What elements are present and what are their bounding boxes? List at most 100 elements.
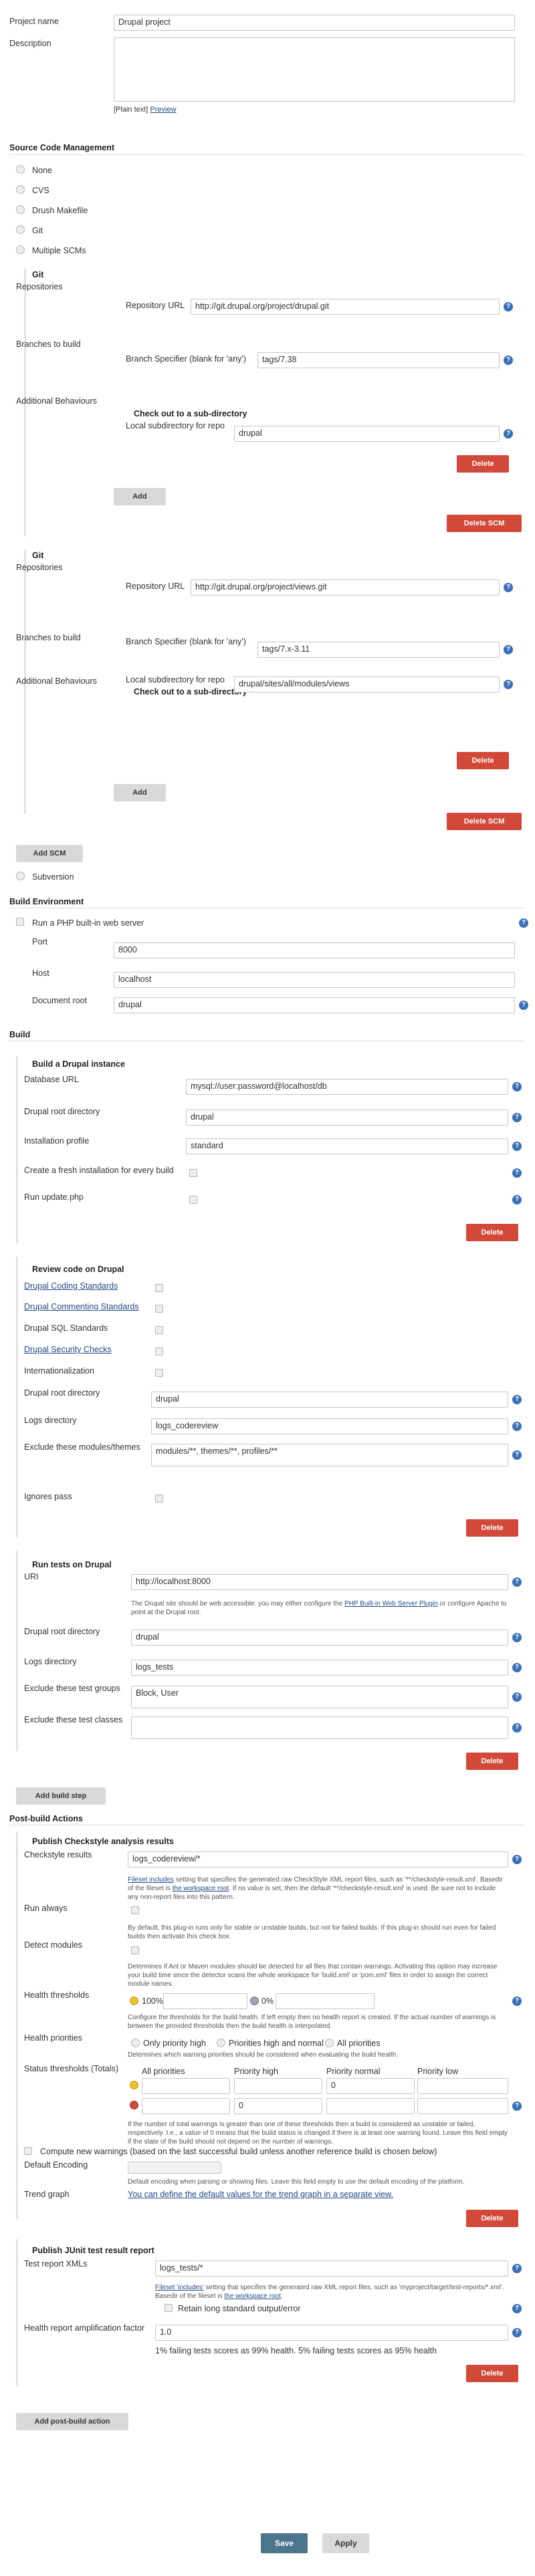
status-failed-all[interactable] — [142, 2098, 230, 2114]
status-unstable-low[interactable] — [417, 2078, 508, 2094]
help-icon[interactable]: ? — [512, 2304, 522, 2313]
delete-behaviour-button[interactable]: Delete — [457, 455, 509, 473]
delete-post-step-button[interactable]: Delete — [466, 2210, 518, 2227]
branch-spec-input[interactable]: tags/7.38 — [257, 352, 500, 368]
help-icon[interactable]: ? — [512, 2328, 522, 2337]
delete-build-step-button[interactable]: Delete — [466, 1224, 518, 1241]
status-unstable-high[interactable] — [234, 2078, 322, 2094]
help-icon[interactable]: ? — [512, 1395, 522, 1404]
uri-input[interactable]: http://localhost:8000 — [131, 1574, 508, 1590]
help-icon[interactable]: ? — [512, 1997, 522, 2006]
scm-radio-git[interactable] — [16, 225, 25, 234]
local-subdir-input[interactable]: drupal/sites/all/modules/views — [234, 676, 500, 692]
help-icon[interactable]: ? — [512, 1168, 522, 1178]
checkstyle-results-input[interactable]: logs_codereview/* — [128, 1851, 508, 1867]
i18n-checkbox[interactable] — [155, 1369, 163, 1377]
php-server-checkbox[interactable] — [16, 918, 24, 926]
status-failed-low[interactable] — [417, 2098, 508, 2114]
help-icon[interactable]: ? — [504, 356, 513, 365]
add-post-build-button[interactable]: Add post-build action — [16, 2413, 128, 2430]
help-icon[interactable]: ? — [512, 1422, 522, 1431]
review-root-input[interactable]: drupal — [151, 1392, 508, 1408]
coding-standards-link[interactable]: Drupal Coding Standards — [24, 1281, 118, 1291]
help-icon[interactable]: ? — [512, 1663, 522, 1672]
coding-standards-checkbox[interactable] — [155, 1284, 163, 1292]
status-unstable-normal[interactable]: 0 — [326, 2078, 415, 2094]
run-update-checkbox[interactable] — [189, 1196, 197, 1204]
description-textarea[interactable] — [114, 37, 515, 102]
drupal-root-input[interactable]: drupal — [186, 1110, 508, 1126]
run-always-checkbox[interactable] — [131, 1906, 139, 1914]
help-icon[interactable]: ? — [512, 1082, 522, 1091]
help-icon[interactable]: ? — [512, 1195, 522, 1204]
help-icon[interactable]: ? — [504, 302, 513, 311]
exclude-classes-textarea[interactable] — [131, 1716, 508, 1739]
sql-standards-checkbox[interactable] — [155, 1326, 163, 1334]
preview-link[interactable]: Preview — [150, 106, 176, 114]
help-icon[interactable]: ? — [512, 2264, 522, 2273]
php-server-plugin-link[interactable]: PHP Built-in Web Server Plugin — [344, 1600, 438, 1607]
exclude-groups-textarea[interactable]: Block, User — [131, 1686, 508, 1708]
add-scm-button[interactable]: Add SCM — [16, 845, 83, 862]
local-subdir-input[interactable]: drupal — [234, 426, 500, 442]
fileset-includes-link[interactable]: Fileset includes — [128, 1876, 174, 1884]
delete-scm-button[interactable]: Delete SCM — [447, 515, 522, 532]
amplification-input[interactable]: 1.0 — [155, 2325, 508, 2341]
default-encoding-input[interactable] — [128, 2162, 221, 2174]
help-icon[interactable]: ? — [512, 1723, 522, 1732]
docroot-input[interactable]: drupal — [114, 997, 515, 1013]
review-logs-input[interactable]: logs_codereview — [151, 1418, 508, 1434]
help-icon[interactable]: ? — [512, 1142, 522, 1151]
compute-new-checkbox[interactable] — [24, 2147, 32, 2155]
status-failed-normal[interactable] — [326, 2098, 415, 2114]
retain-output-checkbox[interactable] — [165, 2304, 173, 2312]
commenting-standards-checkbox[interactable] — [155, 1305, 163, 1313]
workspace-root-link[interactable]: the workspace root — [173, 1885, 229, 1892]
trend-graph-link[interactable]: You can define the default values for th… — [128, 2190, 393, 2199]
repo-url-input[interactable]: http://git.drupal.org/project/views.git — [191, 579, 500, 596]
delete-build-step-button[interactable]: Delete — [466, 1519, 518, 1537]
add-behaviour-button[interactable]: Add — [114, 784, 166, 801]
exclude-modules-textarea[interactable]: modules/**, themes/**, profiles/** — [151, 1444, 508, 1466]
profile-input[interactable]: standard — [186, 1138, 508, 1154]
help-icon[interactable]: ? — [512, 1577, 522, 1587]
help-icon[interactable]: ? — [504, 583, 513, 592]
branch-spec-input[interactable]: tags/7.x-3.11 — [257, 642, 500, 658]
ignores-pass-checkbox[interactable] — [155, 1495, 163, 1503]
apply-button[interactable]: Apply — [322, 2533, 369, 2553]
status-unstable-all[interactable] — [142, 2078, 230, 2094]
security-checks-link[interactable]: Drupal Security Checks — [24, 1345, 112, 1354]
help-icon[interactable]: ? — [512, 1633, 522, 1642]
commenting-standards-link[interactable]: Drupal Commenting Standards — [24, 1302, 139, 1311]
host-input[interactable]: localhost — [114, 972, 515, 988]
detect-modules-checkbox[interactable] — [131, 1946, 139, 1954]
help-icon[interactable]: ? — [504, 429, 513, 438]
port-input[interactable]: 8000 — [114, 942, 515, 958]
help-icon[interactable]: ? — [519, 918, 528, 928]
add-behaviour-button[interactable]: Add — [114, 488, 166, 505]
scm-radio-drush[interactable] — [16, 205, 25, 214]
workspace-root-link[interactable]: the workspace root — [224, 2293, 281, 2300]
help-icon[interactable]: ? — [512, 1450, 522, 1460]
add-build-step-button[interactable]: Add build step — [16, 1787, 106, 1805]
delete-post-step-button[interactable]: Delete — [466, 2365, 518, 2382]
health-high-input[interactable] — [163, 1993, 247, 2009]
prio-only-high-radio[interactable] — [131, 2039, 140, 2047]
delete-build-step-button[interactable]: Delete — [466, 1753, 518, 1770]
save-button[interactable]: Save — [261, 2533, 308, 2553]
help-icon[interactable]: ? — [512, 1692, 522, 1702]
prio-high-normal-radio[interactable] — [217, 2039, 225, 2047]
help-icon[interactable]: ? — [519, 1001, 528, 1010]
health-low-input[interactable] — [276, 1993, 374, 2009]
junit-xml-input[interactable]: logs_tests/* — [155, 2261, 508, 2277]
scm-radio-none[interactable] — [16, 165, 25, 174]
scm-radio-multiple[interactable] — [16, 245, 25, 254]
prio-all-radio[interactable] — [325, 2039, 334, 2047]
tests-logs-input[interactable]: logs_tests — [131, 1660, 508, 1676]
tests-root-input[interactable]: drupal — [131, 1630, 508, 1646]
scm-radio-cvs[interactable] — [16, 185, 25, 194]
fresh-install-checkbox[interactable] — [189, 1169, 197, 1177]
db-url-input[interactable]: mysql://user:password@localhost/db — [186, 1079, 508, 1095]
scm-radio-subversion[interactable] — [16, 872, 25, 880]
help-icon[interactable]: ? — [512, 1855, 522, 1864]
